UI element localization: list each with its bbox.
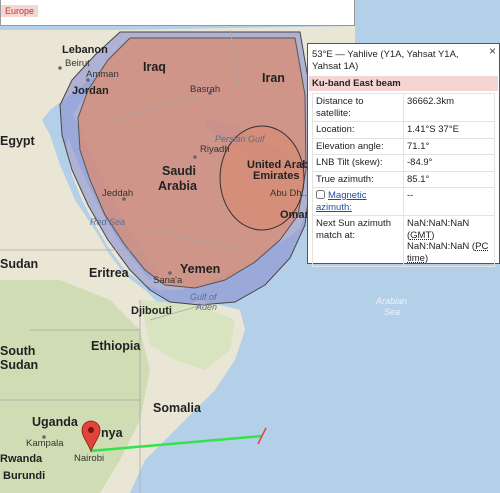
magnetic-azimuth-cell: Magnetic azimuth:: [312, 187, 404, 216]
country-label-kenya: nya: [101, 426, 124, 440]
table-row: Next Sun azimuth match at: NaN:NaN:NaN (…: [312, 215, 495, 267]
country-label-uganda: Uganda: [32, 415, 79, 429]
country-label-egypt: Egypt: [0, 134, 36, 148]
country-label-lebanon: Lebanon: [62, 44, 108, 56]
table-row: Elevation angle: 71.1°: [312, 137, 495, 155]
country-label-ethiopia: Ethiopia: [91, 339, 141, 353]
distance-label: Distance to satellite:: [312, 93, 404, 122]
city-label-basrah: Basrah: [190, 84, 220, 95]
gmt-label: GMT: [410, 229, 432, 241]
next-sun-values: NaN:NaN:NaN (GMT) NaN:NaN:NaN (PC time): [403, 215, 495, 267]
country-label-djibouti: Djibouti: [131, 305, 172, 317]
country-label-saudi-1: Saudi: [162, 164, 196, 178]
city-dot-riyadh: [193, 155, 197, 159]
location-label: Location:: [312, 121, 404, 139]
magnetic-azimuth-value: --: [403, 187, 495, 216]
beam-name: Ku-band East beam: [309, 76, 498, 91]
distance-value: 36662.3km: [403, 93, 495, 122]
close-icon[interactable]: ×: [489, 44, 496, 58]
gulf-of-aden-label-1: Gulf of: [190, 292, 218, 302]
table-row: Location: 1.41°S 37°E: [312, 121, 495, 139]
location-value: 1.41°S 37°E: [403, 121, 495, 139]
city-label-jeddah: Jeddah: [102, 188, 133, 199]
country-label-yemen: Yemen: [180, 262, 220, 276]
satellite-details-table: Distance to satellite: 36662.3km Locatio…: [312, 93, 495, 267]
europe-label[interactable]: Europe: [1, 5, 39, 17]
lnb-tilt-label: LNB Tilt (skew):: [312, 154, 404, 172]
table-row: LNB Tilt (skew): -84.9°: [312, 154, 495, 172]
elevation-label: Elevation angle:: [312, 137, 404, 155]
gulf-of-aden-label-2: Aden: [195, 302, 217, 312]
country-label-somalia: Somalia: [153, 401, 202, 415]
lnb-tilt-value: -84.9°: [403, 154, 495, 172]
table-row: True azimuth: 85.1°: [312, 170, 495, 188]
arabian-sea-label-1: Arabian: [375, 296, 407, 306]
country-label-south-sudan-1: South: [0, 344, 35, 358]
country-label-jordan: Jordan: [72, 85, 109, 97]
satellite-info-panel: × 53°E — Yahlive (Y1A, Yahsat Y1A, Yahsa…: [307, 43, 500, 267]
table-row: Distance to satellite: 36662.3km: [312, 93, 495, 122]
country-label-eritrea: Eritrea: [89, 266, 130, 280]
next-sun-gmt-value: NaN:NaN:NaN: [407, 218, 470, 229]
city-dot-beirut: [58, 66, 62, 70]
country-label-uae-2: Emirates: [253, 170, 299, 182]
true-azimuth-label: True azimuth:: [312, 170, 404, 188]
persian-gulf-label: Persian Gulf: [215, 134, 266, 144]
city-label-sanaa: Sana'a: [153, 275, 183, 286]
country-label-sudan: Sudan: [0, 257, 38, 271]
city-label-abu-dhabi: Abu Dh...: [270, 188, 310, 199]
satellite-title: 53°E — Yahlive (Y1A, Yahsat Y1A, Yahsat …: [312, 49, 459, 72]
elevation-value: 71.1°: [403, 137, 495, 155]
table-row: Magnetic azimuth: --: [312, 187, 495, 216]
country-label-iraq: Iraq: [143, 60, 166, 74]
city-label-beirut: Beirut: [65, 58, 90, 69]
arabian-sea-label-2: Sea: [384, 307, 400, 317]
next-sun-pc-value: NaN:NaN:NaN: [407, 241, 470, 252]
next-sun-label: Next Sun azimuth match at:: [312, 215, 404, 267]
country-label-rwanda: Rwanda: [0, 453, 43, 465]
true-azimuth-value: 85.1°: [403, 170, 495, 188]
city-label-kampala: Kampala: [26, 438, 64, 449]
city-label-riyadh: Riyadh: [200, 144, 230, 155]
magnetic-azimuth-checkbox[interactable]: [316, 190, 325, 199]
country-label-saudi-2: Arabia: [158, 179, 198, 193]
country-label-burundi: Burundi: [3, 470, 45, 482]
city-label-nairobi: Nairobi: [74, 453, 104, 464]
country-label-iran: Iran: [262, 71, 285, 85]
overlay-panel: Europe: [0, 0, 355, 26]
country-label-south-sudan-2: Sudan: [0, 358, 38, 372]
red-sea-label: Red Sea: [90, 217, 125, 227]
city-label-amman: Amman: [86, 69, 119, 80]
